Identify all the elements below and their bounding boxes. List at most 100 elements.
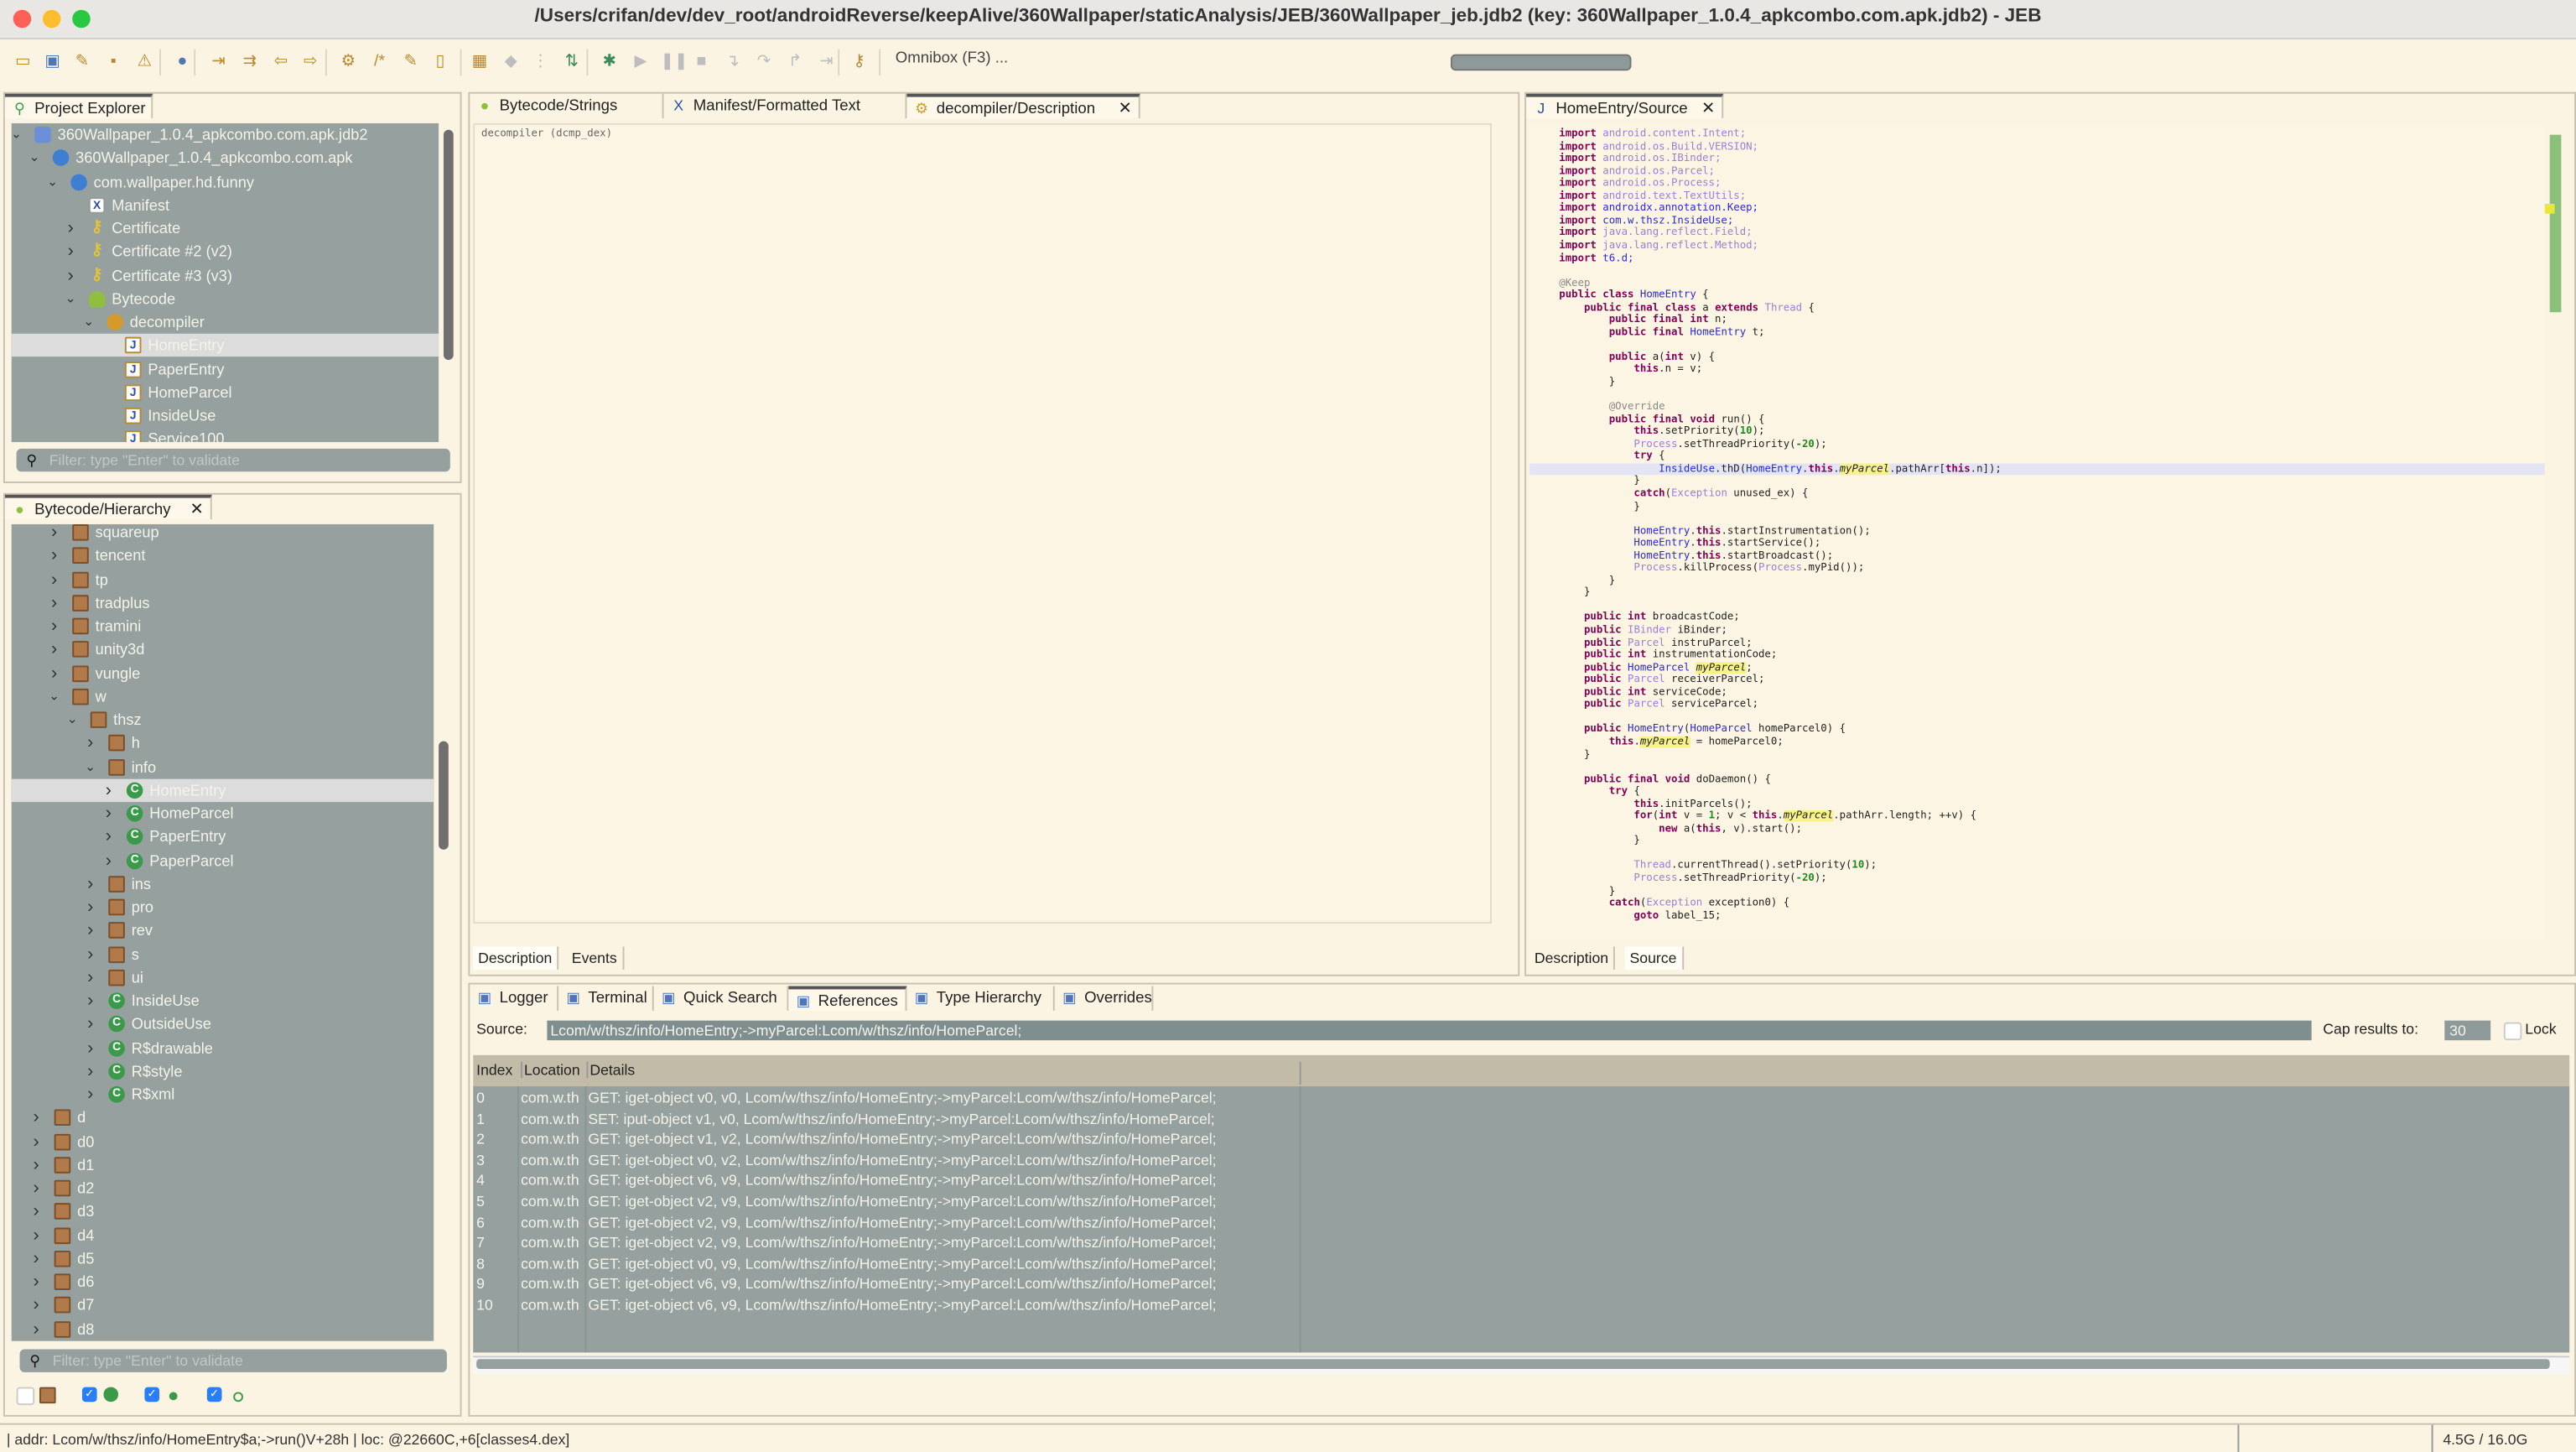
back-arrow-icon[interactable]: ⇦ (271, 53, 291, 73)
tree-item[interactable]: › C R$style (12, 1059, 434, 1082)
column-location[interactable]: Location (521, 1061, 580, 1079)
tree-item[interactable]: › d8 (12, 1317, 434, 1340)
chevron-down-icon[interactable]: ⌄ (64, 708, 80, 731)
stop-icon[interactable]: ■ (692, 53, 712, 73)
table-row[interactable]: 3 com.w.th GET: iget-object v0, v2, Lcom/w… (473, 1150, 2569, 1171)
tab-overrides[interactable]: ▣ Overrides (1055, 986, 1154, 1011)
tree-item[interactable]: › d2 (12, 1177, 434, 1200)
chevron-right-icon[interactable]: › (28, 1317, 44, 1340)
wrench-icon[interactable]: ✎ (72, 53, 92, 73)
decompile-icon[interactable]: ⚙ (339, 53, 359, 73)
tree-item[interactable]: › d1 (12, 1153, 434, 1176)
code-line[interactable]: public final HomeEntry t; (1530, 326, 2545, 339)
plug-icon[interactable]: ▪ (103, 53, 123, 73)
code-line[interactable]: new a(this, v).start(); (1530, 823, 2545, 835)
chevron-right-icon[interactable]: › (28, 1130, 44, 1153)
tree-item[interactable]: › d0 (12, 1130, 434, 1153)
code-line[interactable]: Thread.currentThread().setPriority(10); (1530, 861, 2545, 873)
tree-item[interactable]: › C OutsideUse (12, 1012, 434, 1035)
save-icon[interactable]: ▣ (43, 53, 63, 73)
code-line[interactable]: try { (1530, 450, 2545, 463)
tab-description[interactable]: Description (473, 946, 559, 970)
tab-project-explorer[interactable]: ⚲ Project Explorer (4, 93, 153, 119)
run-to-icon[interactable]: ⇥ (817, 53, 837, 73)
navigate-icon[interactable]: ⇉ (240, 53, 260, 73)
chevron-right-icon[interactable]: › (82, 731, 99, 754)
tree-item[interactable]: › C InsideUse (12, 989, 434, 1012)
code-line[interactable]: HomeEntry.this.startBroadcast(); (1530, 550, 2545, 563)
tree-item[interactable]: › ins (12, 872, 434, 895)
export-icon[interactable]: ▯ (430, 53, 450, 73)
code-line[interactable]: public HomeEntry(HomeParcel homeParcel0)… (1530, 724, 2545, 736)
table-row[interactable]: 4 com.w.th GET: iget-object v6, v9, Lcom/w… (473, 1171, 2569, 1192)
code-line[interactable]: try { (1530, 786, 2545, 799)
chevron-right-icon[interactable]: › (46, 638, 63, 661)
chevron-right-icon[interactable]: › (28, 1177, 44, 1200)
chevron-down-icon[interactable]: ⌄ (62, 287, 79, 310)
tree-item[interactable]: › C HomeEntry (11, 778, 434, 802)
tree-item[interactable]: › C R$xml (12, 1083, 434, 1106)
chevron-right-icon[interactable]: › (28, 1106, 44, 1129)
code-line[interactable]: this.initParcels(); (1530, 799, 2545, 811)
code-line[interactable]: @Override (1530, 401, 2545, 414)
chevron-right-icon[interactable]: › (28, 1200, 44, 1223)
tab-events[interactable]: Events (567, 946, 624, 970)
chevron-right-icon[interactable]: › (46, 591, 63, 614)
run-icon[interactable]: ▶ (631, 53, 651, 73)
chevron-right-icon[interactable]: › (28, 1153, 44, 1176)
column-details[interactable]: Details (586, 1061, 635, 1079)
tree-item[interactable]: › tradplus (12, 591, 434, 614)
step-over-icon[interactable]: ↷ (754, 53, 774, 73)
cube-icon[interactable]: ◆ (501, 53, 522, 73)
chevron-right-icon[interactable]: › (46, 568, 63, 591)
horizontal-scrollbar[interactable] (473, 1356, 2570, 1374)
tree-item[interactable]: › d3 (12, 1200, 434, 1223)
table-row[interactable]: 7 com.w.th GET: iget-object v2, v9, Lcom/w… (473, 1233, 2569, 1254)
code-line[interactable]: this.n = v; (1530, 364, 2545, 377)
tree-item[interactable]: › C PaperParcel (12, 849, 434, 872)
code-line[interactable]: import android.text.TextUtils; (1530, 190, 2545, 203)
chevron-right-icon[interactable]: › (82, 1036, 99, 1059)
code-line[interactable]: public Parcel instruParcel; (1530, 637, 2545, 649)
show-classes-checkbox[interactable]: ✓ (81, 1387, 97, 1403)
table-row[interactable]: 10 com.w.th GET: iget-object v6, v9, Lcom/… (473, 1295, 2569, 1316)
code-line[interactable]: } (1530, 476, 2545, 488)
tree-item[interactable]: › d5 (12, 1247, 434, 1270)
code-line[interactable]: public HomeParcel myParcel; (1530, 661, 2545, 674)
tree-item[interactable]: › s (12, 943, 434, 965)
tree-item[interactable]: › d6 (12, 1270, 434, 1293)
step-out-icon[interactable]: ↱ (785, 53, 805, 73)
rename-icon[interactable]: ✎ (401, 53, 421, 73)
code-line[interactable]: public a(int v) { (1530, 351, 2545, 364)
chevron-right-icon[interactable]: › (82, 872, 99, 895)
tree-item[interactable]: › rev (12, 919, 434, 942)
code-line[interactable]: import com.w.thsz.InsideUse; (1530, 215, 2545, 227)
tree-item[interactable]: ⌄ info (12, 755, 434, 778)
chevron-right-icon[interactable]: › (101, 802, 117, 825)
code-line[interactable]: import android.os.IBinder; (1530, 153, 2545, 165)
code-line[interactable]: import java.lang.reflect.Field; (1530, 227, 2545, 240)
code-line[interactable]: } (1530, 575, 2545, 587)
tree-icon[interactable]: ⋮ (531, 53, 551, 73)
project-filter-input[interactable]: ⚲ Filter: type "Enter" to validate (16, 448, 450, 472)
cap-results-input[interactable]: 30 (2444, 1020, 2491, 1041)
chevron-down-icon[interactable]: ⌄ (44, 170, 61, 193)
code-line[interactable]: } (1530, 377, 2545, 389)
code-line[interactable]: InsideUse.thD(HomeEntry.this.myParcel.pa… (1530, 463, 2545, 476)
code-line[interactable]: public class HomeEntry { (1530, 289, 2545, 302)
warning-icon[interactable]: ⚠ (135, 53, 155, 73)
code-line[interactable]: public final void doDaemon() { (1530, 773, 2545, 786)
code-line[interactable]: catch(Exception unused_ex) { (1530, 488, 2545, 501)
tree-item[interactable]: › tramini (12, 615, 434, 638)
close-tab-icon[interactable]: ✕ (190, 498, 204, 523)
tree-item[interactable]: ⌄ decompiler (12, 310, 439, 333)
show-fields-checkbox[interactable]: ✓ (206, 1387, 222, 1403)
column-index[interactable]: Index (476, 1062, 512, 1079)
tab-logger[interactable]: ▣ Logger (470, 986, 559, 1011)
tree-item[interactable]: ⌄ com.wallpaper.hd.funny (12, 170, 439, 193)
tree-item[interactable]: ⌄ Bytecode (12, 287, 439, 310)
debug-bug-icon[interactable]: ✱ (600, 53, 620, 73)
tab-bytecode-hierarchy[interactable]: ● Bytecode/Hierarchy ✕ (4, 494, 212, 520)
code-line[interactable]: import android.os.Process; (1530, 178, 2545, 190)
overview-ruler[interactable] (2549, 134, 2562, 313)
